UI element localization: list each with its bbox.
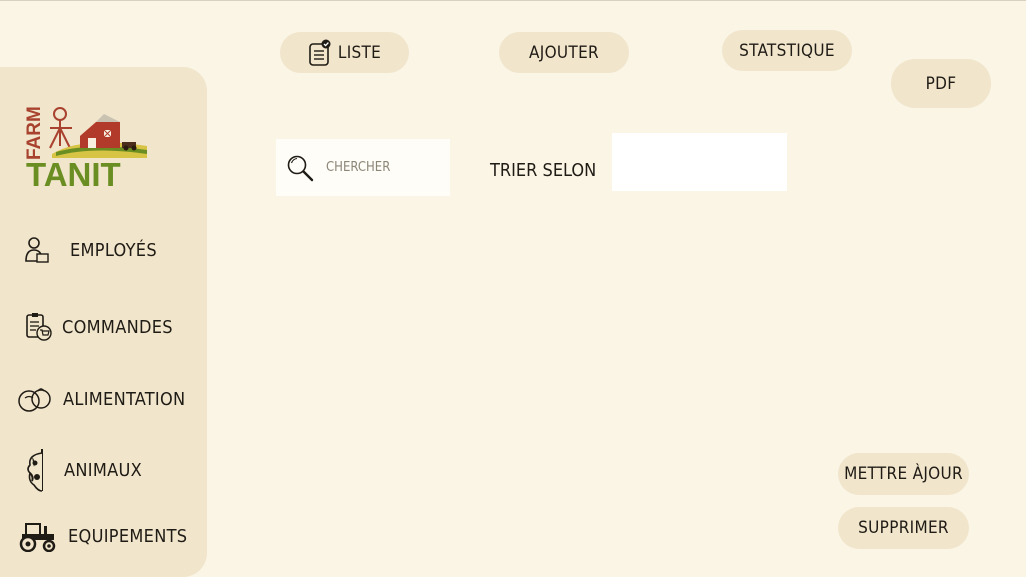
update-button[interactable]: Mettre àjour	[838, 453, 969, 495]
pdf-button-label: PDF	[925, 73, 957, 94]
pdf-button[interactable]: PDF	[891, 59, 991, 108]
search-input[interactable]	[324, 159, 428, 176]
statistics-button-label: Statstique	[739, 40, 835, 61]
sidebar-item-alimentation[interactable]: Alimentation	[17, 384, 185, 414]
list-button-label: Liste	[337, 42, 382, 63]
search-box[interactable]	[276, 139, 450, 196]
statistics-button[interactable]: Statstique	[722, 30, 852, 71]
farm-tanit-logo: FARM TANIT	[24, 106, 147, 192]
delete-button-label: Supprimer	[858, 518, 949, 538]
delete-button[interactable]: Supprimer	[838, 507, 969, 549]
food-icon	[17, 384, 53, 414]
sidebar-item-label: Commandes	[62, 316, 173, 338]
sidebar-item-commandes[interactable]: Commandes	[24, 312, 173, 342]
sidebar-item-label: Animaux	[64, 459, 143, 481]
add-button[interactable]: Ajouter	[499, 32, 629, 73]
sidebar-item-animaux[interactable]: Animaux	[24, 447, 142, 493]
employee-icon	[24, 236, 50, 264]
list-icon	[308, 39, 332, 67]
tractor-icon	[18, 520, 58, 552]
logo-line2: TANIT	[26, 156, 121, 192]
add-button-label: Ajouter	[529, 42, 599, 63]
sidebar-item-equipements[interactable]: Equipements	[18, 520, 187, 552]
sidebar-item-label: Employés	[70, 239, 157, 261]
update-button-label: Mettre àjour	[844, 464, 963, 484]
sidebar-item-employes[interactable]: Employés	[24, 236, 157, 264]
logo-line1: FARM	[24, 106, 45, 160]
search-icon	[286, 154, 314, 182]
list-button[interactable]: Liste	[280, 32, 409, 73]
sidebar-item-label: Equipements	[68, 525, 188, 547]
sort-label: Trier selon	[490, 160, 597, 181]
sidebar-item-label: Alimentation	[63, 388, 186, 410]
top-border	[0, 0, 1026, 1]
orders-icon	[24, 312, 52, 342]
sort-select[interactable]	[612, 133, 787, 191]
animal-icon	[24, 447, 54, 493]
